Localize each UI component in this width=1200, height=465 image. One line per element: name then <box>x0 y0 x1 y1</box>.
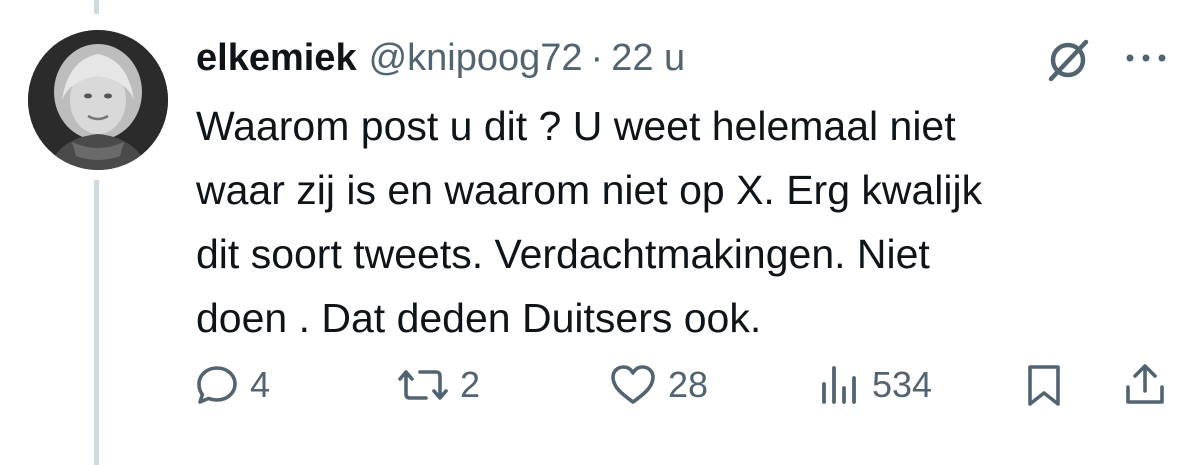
more-icon[interactable] <box>1122 40 1170 76</box>
views-button[interactable]: 534 <box>818 350 932 420</box>
share-button[interactable] <box>1122 350 1168 420</box>
bookmark-icon <box>1024 361 1064 409</box>
views-icon <box>818 362 862 408</box>
like-button[interactable]: 28 <box>608 350 708 420</box>
thread-line-bottom <box>94 180 99 465</box>
user-handle[interactable]: @knipoog72 <box>369 37 583 80</box>
separator-dot: · <box>590 36 604 79</box>
display-name[interactable]: elkemiek <box>196 37 357 80</box>
avatar[interactable] <box>28 30 168 170</box>
tweet-text: Waarom post u dit ? U weet helemaal niet… <box>196 103 983 341</box>
repost-button[interactable]: 2 <box>396 350 480 420</box>
reply-button[interactable]: 4 <box>194 350 270 420</box>
reply-icon <box>194 362 240 408</box>
grok-icon[interactable] <box>1040 32 1096 88</box>
tweet-header: elkemiek @knipoog72 · 22 u <box>196 30 685 86</box>
action-bar: 4 2 28 534 <box>0 350 1200 420</box>
share-icon <box>1122 361 1168 409</box>
heart-icon <box>608 362 658 408</box>
like-count: 28 <box>668 364 709 405</box>
thread-line-top <box>94 0 99 14</box>
bookmark-button[interactable] <box>1024 350 1064 420</box>
repost-count: 2 <box>460 364 481 405</box>
reply-count: 4 <box>250 364 271 405</box>
timestamp[interactable]: 22 u <box>611 37 685 80</box>
repost-icon <box>396 362 450 408</box>
views-count: 534 <box>872 364 933 405</box>
